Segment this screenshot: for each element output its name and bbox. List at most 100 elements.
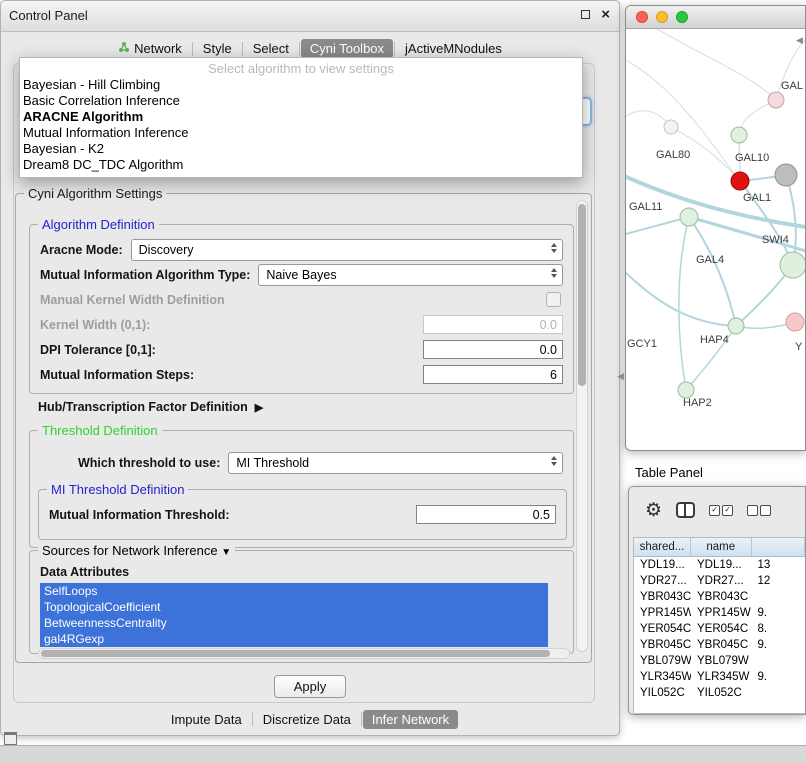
node-label-swi4: SWI4 (762, 234, 789, 246)
tab-select[interactable]: Select (244, 39, 298, 58)
vertical-scrollbar[interactable] (576, 200, 588, 652)
table-row[interactable]: YBL079WYBL079W (634, 653, 805, 669)
algorithm-option-aracne-algorithm[interactable]: ARACNE Algorithm (20, 109, 582, 125)
minimized-panel-icon[interactable] (4, 732, 17, 745)
attribute-item-topologicalcoefficient[interactable]: TopologicalCoefficient (40, 599, 548, 615)
table-cell: YIL052C (691, 685, 752, 701)
stepper-arrows-icon (551, 268, 557, 278)
control-panel-titlebar[interactable]: Control Panel × (1, 1, 619, 32)
algorithm-option-bayesian-hill-climbing[interactable]: Bayesian - Hill Climbing (20, 77, 582, 93)
close-traffic-light[interactable] (636, 11, 648, 23)
network-window-titlebar[interactable] (626, 6, 805, 29)
table-cell: YBR043C (634, 589, 691, 605)
kernel-width-input[interactable] (423, 315, 563, 334)
which-threshold-select[interactable]: MI Threshold (228, 452, 563, 474)
panel-collapse-arrow[interactable]: ◀ (617, 372, 624, 381)
algorithm-option-bayesian-k2[interactable]: Bayesian - K2 (20, 141, 582, 157)
table-cell: YER054C (634, 621, 691, 637)
pale-node-upper-left[interactable] (664, 120, 678, 134)
table-row[interactable]: YIL052CYIL052C (634, 685, 805, 701)
dpi-tolerance-input[interactable] (423, 340, 563, 359)
gear-icon[interactable]: ⚙ (645, 501, 662, 520)
network-canvas[interactable]: GAL80GAL10GAL11GAL1SWI4GAL4GCY1HAP4HAP2G… (626, 29, 805, 450)
table-row[interactable]: YLR345WYLR345W9. (634, 669, 805, 685)
attribute-item-betweennesscentrality[interactable]: BetweennessCentrality (40, 615, 548, 631)
mi-steps-input[interactable] (423, 365, 563, 384)
table-row[interactable]: YDL19...YDL19...13 (634, 557, 805, 573)
pink-node-top[interactable] (768, 92, 784, 108)
bottom-tab-infer-network[interactable]: Infer Network (363, 710, 458, 729)
manual-kernel-checkbox[interactable] (546, 292, 561, 307)
table-cell: YLR345W (691, 669, 752, 685)
green-node-hap4[interactable] (728, 318, 744, 334)
hub-tf-definition-toggle[interactable]: Hub/Transcription Factor Definition ▶ (38, 400, 263, 414)
table-cell: YDL19... (691, 557, 752, 573)
bottom-tab-impute-data[interactable]: Impute Data (162, 710, 251, 729)
mi-threshold-input[interactable] (416, 505, 556, 524)
table-cell: 12 (752, 573, 805, 589)
gray-node-gal1[interactable] (775, 164, 797, 186)
table-cell: YPR145W (634, 605, 691, 621)
select-all-checks-icon[interactable]: ✓✓ (709, 505, 733, 516)
minimize-traffic-light[interactable] (656, 11, 668, 23)
mi-type-select[interactable]: Naive Bayes (258, 264, 563, 286)
table-cell: YLR345W (634, 669, 691, 685)
sources-title-label: Sources for Network Inference (42, 543, 218, 558)
node-label-gal1: GAL1 (743, 192, 771, 204)
tab-jactivemnodules[interactable]: jActiveMNodules (396, 39, 511, 58)
manual-kernel-row: Manual Kernel Width Definition (30, 287, 573, 312)
table-row[interactable]: YPR145WYPR145W9. (634, 605, 805, 621)
red-node-gal10[interactable] (731, 172, 749, 190)
tab-style[interactable]: Style (194, 39, 241, 58)
status-bar (0, 745, 806, 763)
bottom-tab-discretize-data[interactable]: Discretize Data (254, 710, 360, 729)
green-node-swi4[interactable] (780, 252, 805, 278)
pink-node-right[interactable] (786, 313, 804, 331)
table-cell: YDR27... (634, 573, 691, 589)
apply-button[interactable]: Apply (274, 675, 346, 698)
collapse-down-icon: ▼ (221, 547, 231, 558)
green-node-gal4[interactable] (680, 208, 698, 226)
attribute-item-selfloops[interactable]: SelfLoops (40, 583, 548, 599)
table-cell: 9. (752, 605, 805, 621)
column-header-shared[interactable]: shared... (634, 538, 691, 556)
stepper-arrows-icon (551, 456, 557, 466)
tab-separator (394, 42, 395, 56)
tab-separator (252, 712, 253, 726)
aracne-mode-select[interactable]: Discovery (131, 239, 563, 261)
green-node-gal80[interactable] (731, 127, 747, 143)
column-header-name[interactable]: name (691, 538, 752, 556)
algorithm-option-dream8-dc-tdc-algorithm[interactable]: Dream8 DC_TDC Algorithm (20, 157, 582, 173)
column-header-2[interactable] (752, 538, 805, 556)
close-icon[interactable]: × (601, 6, 610, 24)
algorithm-option-mutual-information-inference[interactable]: Mutual Information Inference (20, 125, 582, 141)
table-row[interactable]: YER054CYER054C8. (634, 621, 805, 637)
table-row[interactable]: YBR045CYBR045C9. (634, 637, 805, 653)
attribute-item-gal4rgexp[interactable]: gal4RGexp (40, 631, 548, 647)
tab-cyni-toolbox[interactable]: Cyni Toolbox (301, 39, 393, 58)
tab-separator (361, 712, 362, 726)
green-node-hap2[interactable] (678, 382, 694, 398)
node-label-y: Y (795, 341, 803, 353)
horizontal-scrollbar[interactable] (38, 648, 570, 659)
aracne-mode-value: Discovery (139, 243, 194, 257)
tab-label: jActiveMNodules (405, 41, 502, 56)
table-cell: YIL052C (634, 685, 691, 701)
float-icon[interactable] (581, 10, 590, 19)
network-tab-icon (118, 41, 130, 56)
panel-collapse-arrow[interactable]: ◀ (796, 36, 803, 45)
data-attributes-list[interactable]: SelfLoopsTopologicalCoefficientBetweenne… (40, 583, 548, 647)
deselect-all-checks-icon[interactable] (747, 505, 771, 516)
algorithm-option-basic-correlation-inference[interactable]: Basic Correlation Inference (20, 93, 582, 109)
horizontal-scrollbar-thumb[interactable] (41, 650, 550, 657)
table-row[interactable]: YBR043CYBR043C (634, 589, 805, 605)
table-row[interactable]: YDR27...YDR27...12 (634, 573, 805, 589)
tab-network[interactable]: Network (109, 39, 191, 58)
sources-title[interactable]: Sources for Network Inference ▼ (38, 543, 235, 558)
node-label-gal4: GAL4 (696, 254, 724, 266)
network-graph[interactable]: GAL80GAL10GAL11GAL1SWI4GAL4GCY1HAP4HAP2G… (626, 29, 805, 450)
vertical-scrollbar-thumb[interactable] (578, 204, 586, 386)
zoom-traffic-light[interactable] (676, 11, 688, 23)
node-table: shared...name YDL19...YDL19...13YDR27...… (633, 537, 805, 714)
columns-icon[interactable] (676, 502, 695, 518)
